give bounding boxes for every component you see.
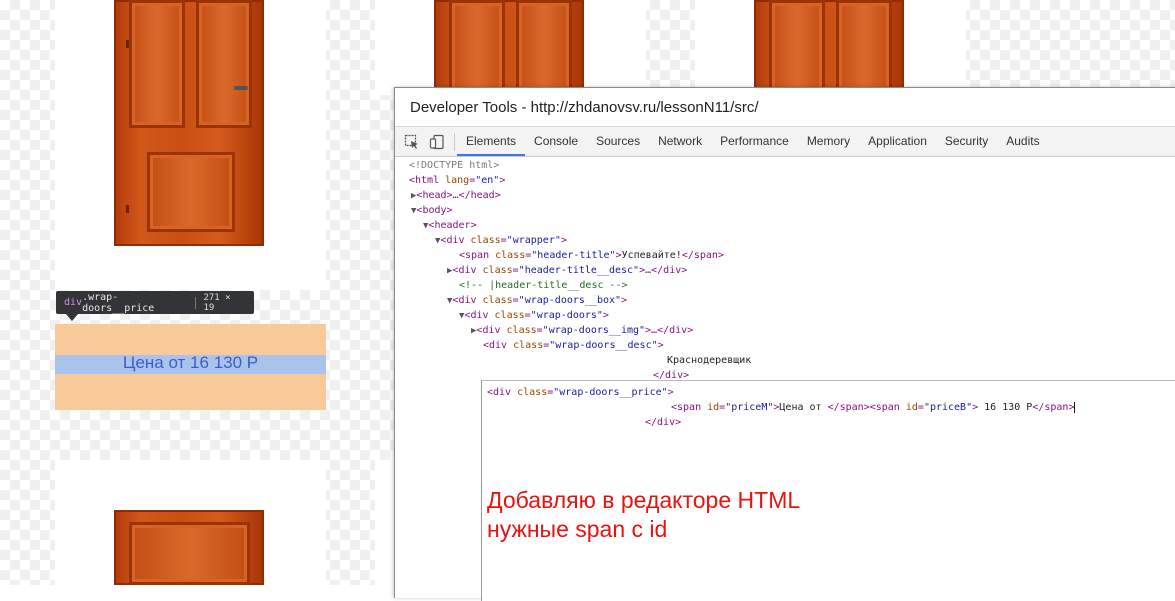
dom-node-span-title[interactable]: <span class="header-title">Успевайте!</s… [459, 248, 724, 263]
tooltip-tag: div [64, 297, 83, 308]
dom-node-html-attr: lang [445, 175, 470, 186]
dom-node-doors-box[interactable]: ▼<div class="wrap-doors__box"> [447, 293, 627, 309]
door-panel [147, 152, 235, 232]
device-toolbar-icon[interactable] [429, 134, 445, 150]
door-hinge [126, 40, 129, 48]
dom-node-doors[interactable]: ▼<div class="wrap-doors"> [459, 308, 609, 324]
editor-span1-text: Цена от [779, 402, 828, 413]
dom-node-doors-img[interactable]: ▶<div class="wrap-doors__img">…</div> [471, 323, 693, 339]
annotation-line-1: Добавляю в редакторе HTML [487, 487, 801, 513]
dom-node-head-tag: <head>…</head> [416, 190, 501, 201]
editor-line-3[interactable]: </div> [645, 415, 681, 430]
door-panel [196, 0, 252, 128]
tab-memory[interactable]: Memory [798, 127, 859, 156]
annotation-text: Добавляю в редакторе HTML нужные span с … [487, 486, 800, 544]
dom-node-body-tag: <body> [416, 205, 453, 216]
product-card [375, 460, 395, 585]
dom-node-comment[interactable]: <!-- |header-title__desc --> [459, 278, 628, 293]
dom-node-desc-text[interactable]: Краснодеревщик [667, 353, 751, 368]
door-panel [516, 0, 572, 95]
devtools-title: Developer Tools - http://zhdanovsv.ru/le… [410, 98, 759, 116]
text-caret [1074, 401, 1076, 413]
tooltip-separator [195, 296, 197, 309]
dom-node-header-desc[interactable]: ▶<div class="header-title__desc">…</div> [447, 263, 687, 279]
dom-node-doors-desc-val: "wrap-doors__desc" [549, 340, 658, 351]
dom-node-wrapper-val: "wrapper" [506, 235, 561, 246]
dom-node-html[interactable]: <html lang="en"> [409, 173, 505, 188]
door-image [114, 0, 264, 246]
door-handle [234, 86, 248, 90]
dom-node-doors-box-val: "wrap-doors__box" [518, 295, 622, 306]
dom-node-doors-desc[interactable]: <div class="wrap-doors__desc"> [483, 338, 664, 353]
tab-audits[interactable]: Audits [997, 127, 1048, 156]
editor-span2-id: "priceB" [923, 402, 973, 413]
dom-node-header-tag: <header> [428, 220, 477, 231]
tooltip-arrow [66, 314, 78, 321]
door-image [754, 0, 904, 95]
devtools-titlebar: Developer Tools - http://zhdanovsv.ru/le… [395, 88, 1175, 126]
tooltip-class: .wrap-doors__price [82, 291, 155, 314]
devtools-toolbar: Elements Console Sources Network Perform… [395, 126, 1175, 157]
tab-application[interactable]: Application [859, 127, 936, 156]
dom-node-header-desc-val: "header-title__desc" [518, 265, 640, 276]
inspect-element-icon[interactable] [404, 134, 420, 150]
editor-span2-text: 16 130 Р [978, 402, 1033, 413]
inspector-tooltip: div .wrap-doors__price 271 × 19 [56, 291, 254, 314]
door-panel [836, 0, 892, 95]
price-text[interactable]: Цена от 16 130 Р [55, 353, 326, 373]
editor-price-class-val: "wrap-doors__price" [553, 387, 668, 398]
tab-console[interactable]: Console [525, 127, 587, 156]
dom-node-wrapper-attr: class [470, 235, 501, 246]
annotation-line-2: нужные span с id [487, 516, 668, 542]
door-panel [449, 0, 505, 95]
editor-span1-id: "priceM" [725, 402, 774, 413]
door-panel [129, 0, 185, 128]
toolbar-separator [454, 132, 455, 151]
door-hinge [126, 205, 129, 213]
dom-node-doctype[interactable]: <!DOCTYPE html> [409, 158, 499, 173]
dom-node-body[interactable]: ▼<body> [411, 203, 453, 219]
tab-sources[interactable]: Sources [587, 127, 649, 156]
dom-node-html-tag: <html [409, 175, 446, 186]
tab-network[interactable]: Network [649, 127, 711, 156]
tab-security[interactable]: Security [936, 127, 997, 156]
tooltip-dimensions: 271 × 19 [203, 292, 231, 313]
dom-node-doors-val: "wrap-doors" [530, 310, 603, 321]
door-image [434, 0, 584, 95]
tab-elements[interactable]: Elements [457, 127, 526, 156]
editor-line-2[interactable]: <span id="priceM">Цена от </span><span i… [671, 400, 1076, 415]
editor-line-1[interactable]: <div class="wrap-doors__price"> [487, 385, 674, 400]
devtools-window[interactable]: Developer Tools - http://zhdanovsv.ru/le… [394, 87, 1175, 601]
dom-node-header[interactable]: ▼<header> [423, 218, 477, 234]
door-panel [769, 0, 825, 95]
dom-node-head[interactable]: ▶<head>…</head> [411, 188, 501, 204]
tab-performance[interactable]: Performance [711, 127, 798, 156]
dom-node-wrapper-tag: <div [440, 235, 471, 246]
dom-node-wrapper[interactable]: ▼<div class="wrapper"> [435, 233, 567, 249]
dom-node-span-title-val: "header-title" [531, 250, 616, 261]
dom-node-doors-img-val: "wrap-doors__img" [542, 325, 646, 336]
door-image [114, 510, 264, 585]
dom-node-span-title-text: Успевайте! [621, 250, 682, 261]
dom-node-html-val: "en" [475, 175, 500, 186]
door-panel [129, 522, 250, 585]
